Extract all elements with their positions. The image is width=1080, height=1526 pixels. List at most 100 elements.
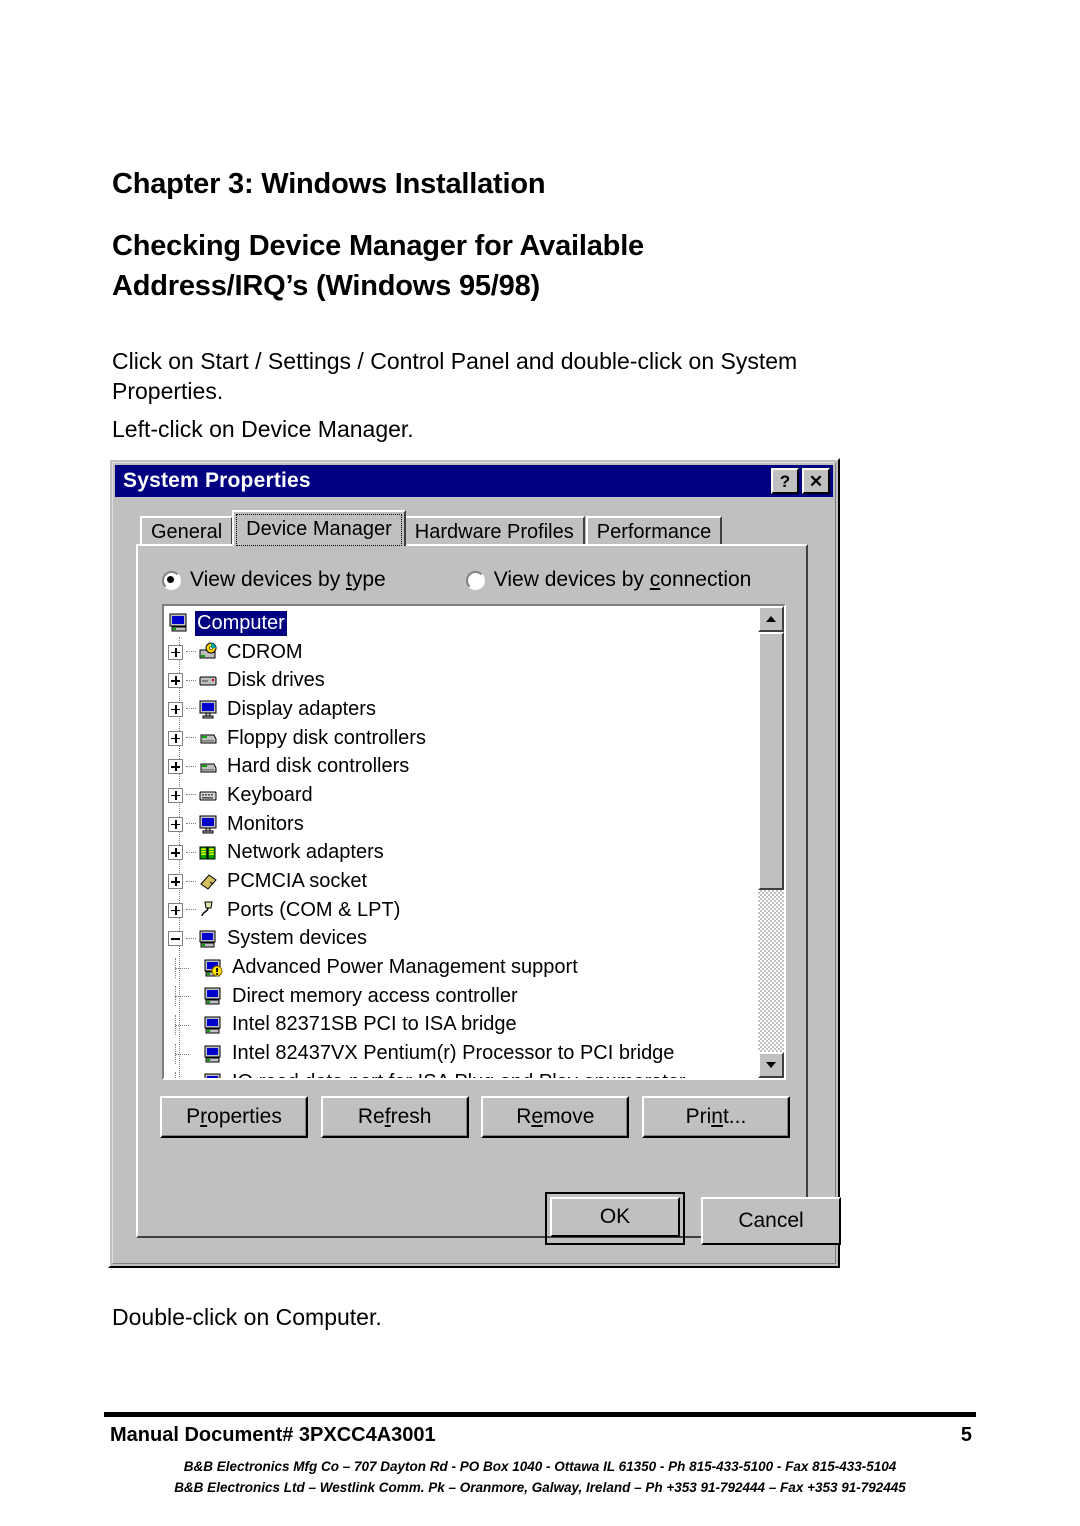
hard-disk-controller-icon <box>198 757 220 777</box>
radio-view-by-connection[interactable]: View devices by connection <box>465 568 751 592</box>
radio-indicator-type[interactable] <box>162 570 181 590</box>
expander-plus-icon[interactable] <box>168 787 183 803</box>
tree-item-label: Advanced Power Management support <box>232 956 578 979</box>
tree-item-direct-memory-access-controller[interactable]: Direct memory access controller <box>168 982 748 1011</box>
print-button[interactable]: Print... <box>641 1096 790 1138</box>
system-device-warning-icon <box>203 958 225 978</box>
tree-item-advanced-power-management[interactable]: Advanced Power Management support <box>168 953 748 982</box>
device-tree-scrollbar[interactable] <box>758 606 784 1078</box>
tree-item-label: Computer <box>195 610 287 636</box>
tab-hardware-profiles[interactable]: Hardware Profiles <box>403 516 585 546</box>
close-icon[interactable]: ✕ <box>802 468 830 494</box>
radio-view-by-type[interactable]: View devices by type <box>162 568 386 592</box>
expander-plus-icon[interactable] <box>168 874 183 890</box>
tree-item-label: Ports (COM & LPT) <box>227 898 401 921</box>
device-action-buttons: Properties Refresh Remove Print... <box>160 1096 790 1138</box>
tree-item-io-read-data-port[interactable]: IO read data port for ISA Plug and Play … <box>168 1068 748 1078</box>
properties-button[interactable]: Properties <box>160 1096 308 1138</box>
tree-item-cdrom[interactable]: CDROM <box>168 638 748 667</box>
expander-plus-icon[interactable] <box>168 701 183 717</box>
tree-item-intel-82437vx[interactable]: Intel 82437VX Pentium(r) Processor to PC… <box>168 1039 748 1068</box>
device-tree-listbox[interactable]: Computer CDROM Disk drives Display adapt… <box>162 604 786 1080</box>
computer-icon <box>168 613 190 633</box>
tab-general-label: General <box>151 520 223 543</box>
ok-button[interactable]: OK <box>550 1197 680 1237</box>
tree-item-label: Disk drives <box>227 669 325 692</box>
tree-item-keyboard[interactable]: Keyboard <box>168 781 748 810</box>
tree-item-system-devices[interactable]: System devices <box>168 925 748 954</box>
footer-address-line-1: B&B Electronics Mfg Co – 707 Dayton Rd -… <box>183 1459 897 1474</box>
tree-item-label: Hard disk controllers <box>227 755 410 778</box>
footer-primary-line: Manual Document# 3PXCC4A3001 5 <box>110 1424 972 1447</box>
ok-button-label: OK <box>599 1205 631 1228</box>
radio-indicator-connection[interactable] <box>465 570 485 590</box>
dialog-title: System Properties <box>123 469 311 492</box>
page-number: 5 <box>960 1424 972 1446</box>
network-adapter-icon <box>198 843 220 863</box>
cancel-button-label: Cancel <box>738 1209 804 1232</box>
tree-item-pcmcia-socket[interactable]: PCMCIA socket <box>168 867 748 896</box>
tab-device-manager[interactable]: Device Manager <box>232 510 406 546</box>
view-mode-radio-group: View devices by type View devices by con… <box>162 568 751 592</box>
tab-strip: General Device Manager Hardware Profiles… <box>140 510 723 546</box>
disk-drive-icon <box>198 671 220 691</box>
tab-performance[interactable]: Performance <box>585 516 723 546</box>
arrow-down-icon <box>766 1062 776 1068</box>
remove-button[interactable]: Remove <box>481 1096 630 1138</box>
tree-item-label: Keyboard <box>227 783 313 806</box>
tree-item-label: System devices <box>227 927 368 950</box>
scroll-down-button[interactable] <box>758 1052 784 1078</box>
tree-item-label: Intel 82371SB PCI to ISA bridge <box>232 1013 517 1036</box>
tree-item-label: IO read data port for ISA Plug and Play … <box>230 1070 688 1078</box>
expander-plus-icon[interactable] <box>168 902 183 918</box>
tree-item-floppy-disk-controllers[interactable]: Floppy disk controllers <box>168 724 748 753</box>
system-device-icon <box>203 1044 225 1064</box>
tab-general[interactable]: General <box>140 516 234 546</box>
document-page: Chapter 3: Windows Installation Checking… <box>0 0 1080 1526</box>
manual-document-number: Manual Document# 3PXCC4A3001 <box>110 1424 436 1446</box>
footer-address-block: B&B Electronics Mfg Co – 707 Dayton Rd -… <box>104 1456 976 1498</box>
tab-performance-label: Performance <box>596 520 712 543</box>
tree-item-network-adapters[interactable]: Network adapters <box>168 839 748 868</box>
tree-item-label: Display adapters <box>227 697 376 720</box>
help-button[interactable]: ? <box>771 468 799 494</box>
expander-plus-icon[interactable] <box>168 759 183 775</box>
floppy-controller-icon <box>198 728 220 748</box>
arrow-up-icon <box>766 616 776 622</box>
chapter-heading: Chapter 3: Windows Installation <box>112 168 546 200</box>
expander-plus-icon[interactable] <box>168 845 183 861</box>
expander-plus-icon[interactable] <box>168 816 183 832</box>
ok-button-default-border: OK <box>545 1192 685 1245</box>
tree-item-intel-82371sb[interactable]: Intel 82371SB PCI to ISA bridge <box>168 1011 748 1040</box>
cdrom-icon <box>198 642 220 662</box>
tree-item-label: Monitors <box>227 812 304 835</box>
footer-address-line-2: B&B Electronics Ltd – Westlink Comm. Pk … <box>174 1480 906 1495</box>
tree-item-monitors[interactable]: Monitors <box>168 810 748 839</box>
tree-item-label: Intel 82437VX Pentium(r) Processor to PC… <box>232 1042 675 1065</box>
device-tree-viewport: Computer CDROM Disk drives Display adapt… <box>164 606 784 1078</box>
device-tree: Computer CDROM Disk drives Display adapt… <box>168 609 748 1078</box>
instruction-paragraph-1: Click on Start / Settings / Control Pane… <box>112 348 798 404</box>
scroll-up-button[interactable] <box>758 606 784 632</box>
tree-item-computer[interactable]: Computer <box>168 609 748 638</box>
tree-item-disk-drives[interactable]: Disk drives <box>168 666 748 695</box>
scrollbar-thumb[interactable] <box>758 632 784 890</box>
tree-item-label: CDROM <box>227 640 303 663</box>
tree-item-label: Network adapters <box>227 841 384 864</box>
expander-plus-icon[interactable] <box>168 673 183 689</box>
refresh-button[interactable]: Refresh <box>320 1096 469 1138</box>
expander-plus-icon[interactable] <box>168 644 183 660</box>
tree-item-ports[interactable]: Ports (COM & LPT) <box>168 896 748 925</box>
instruction-paragraph-2: Left-click on Device Manager. <box>112 416 414 442</box>
display-adapter-icon <box>198 699 220 719</box>
tree-item-hard-disk-controllers[interactable]: Hard disk controllers <box>168 752 748 781</box>
tree-item-display-adapters[interactable]: Display adapters <box>168 695 748 724</box>
system-device-icon <box>198 929 220 949</box>
tree-item-label: Floppy disk controllers <box>227 726 426 749</box>
system-device-icon <box>203 1072 225 1078</box>
cancel-button[interactable]: Cancel <box>701 1197 841 1245</box>
footer-divider <box>104 1412 976 1417</box>
expander-minus-icon[interactable] <box>168 931 183 947</box>
dialog-titlebar[interactable]: System Properties ? ✕ <box>115 465 833 497</box>
expander-plus-icon[interactable] <box>168 730 183 746</box>
